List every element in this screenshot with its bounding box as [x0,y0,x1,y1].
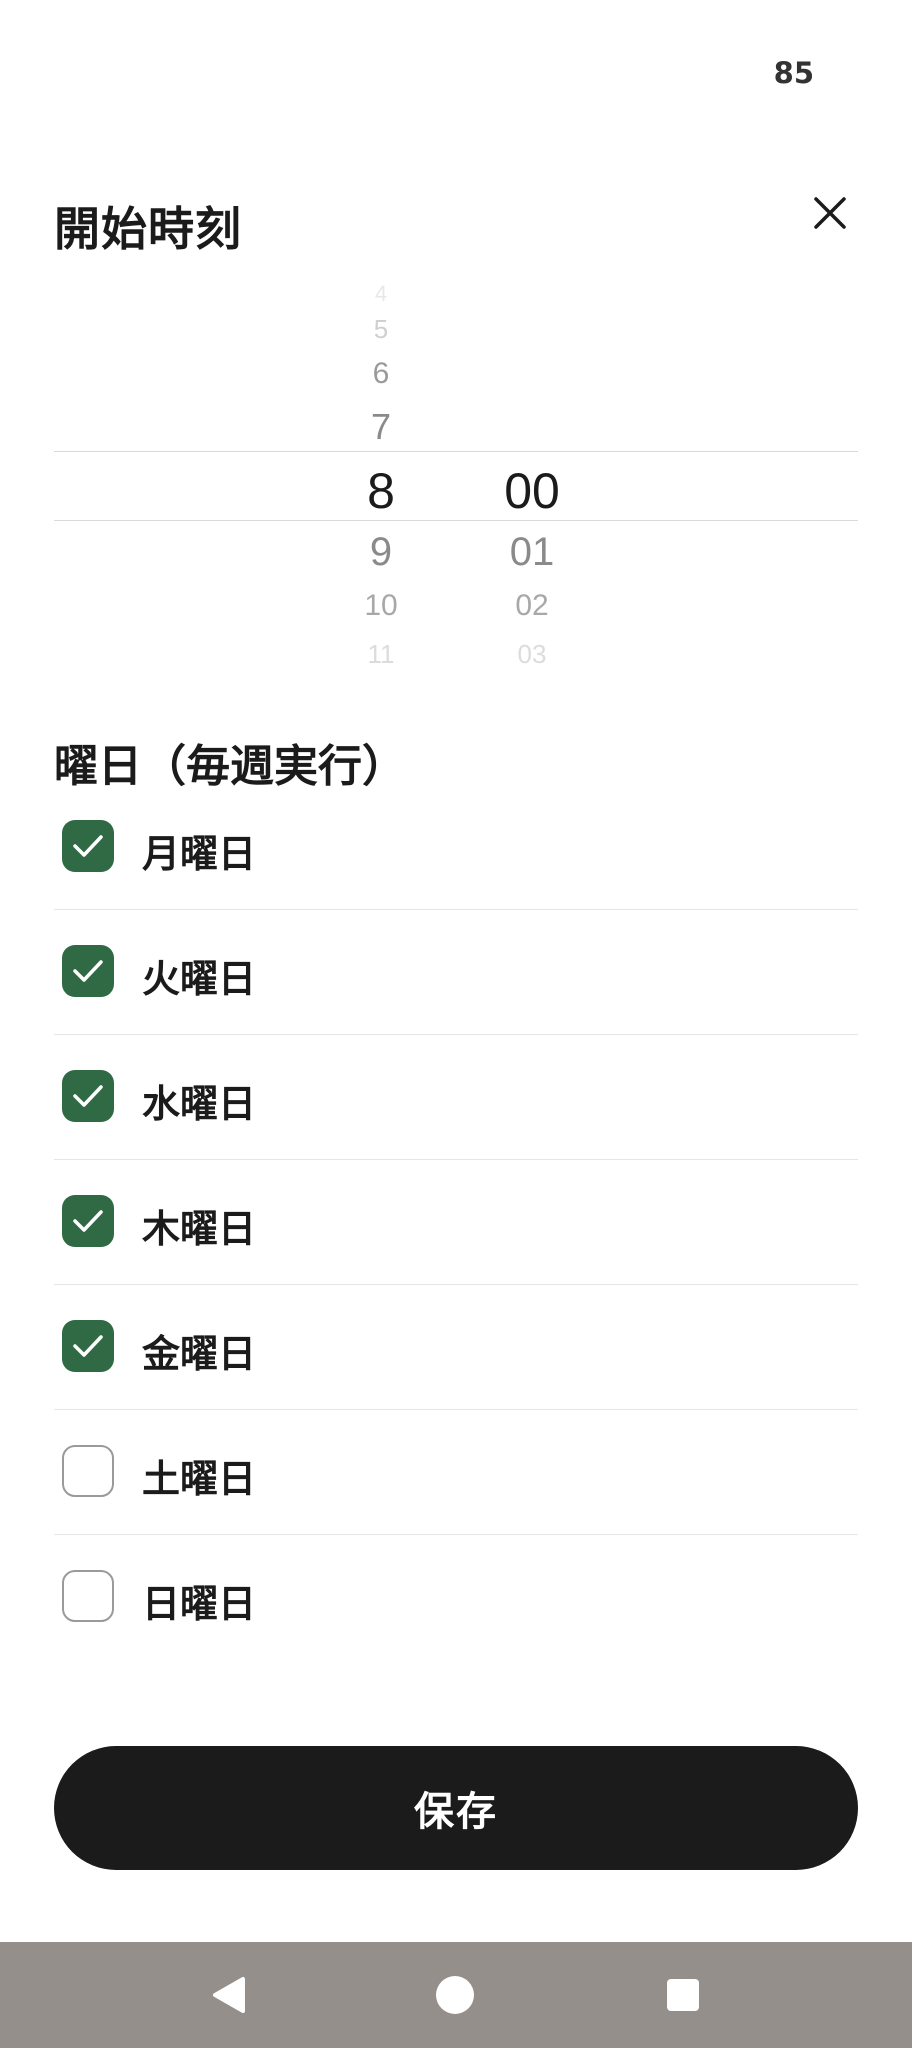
checkbox-monday[interactable] [62,820,114,872]
hour-option[interactable]: 10 [311,589,451,623]
checkbox-saturday[interactable] [62,1445,114,1497]
check-icon [73,1210,103,1232]
check-icon [73,835,103,857]
recents-square-icon [667,1979,699,2011]
day-row-monday[interactable]: 月曜日 [54,785,858,910]
day-label: 火曜日 [142,957,257,1001]
time-picker: 4 5 6 7 8 9 10 11 00 01 02 03 [54,270,858,680]
status-bar: 85 [0,0,912,140]
day-label: 木曜日 [142,1207,257,1251]
day-label: 月曜日 [142,832,257,876]
check-icon [73,1085,103,1107]
day-row-wednesday[interactable]: 水曜日 [54,1035,858,1160]
hour-option[interactable]: 7 [311,406,451,448]
close-icon [814,197,846,229]
hour-option[interactable]: 6 [311,357,451,391]
home-circle-icon [436,1976,474,2014]
header: 開始時刻 [54,185,858,256]
minute-option[interactable]: 01 [462,530,602,575]
day-label: 土曜日 [142,1457,257,1501]
checkbox-thursday[interactable] [62,1195,114,1247]
day-row-tuesday[interactable]: 火曜日 [54,910,858,1035]
day-label: 金曜日 [142,1332,257,1376]
check-icon [73,1335,103,1357]
back-button[interactable] [208,1975,248,2015]
hour-option[interactable]: 11 [311,639,451,670]
day-row-saturday[interactable]: 土曜日 [54,1410,858,1535]
save-button[interactable]: 保存 [54,1746,858,1870]
minute-option[interactable]: 03 [462,639,602,670]
hour-wheel[interactable]: 4 5 6 7 8 9 10 11 [311,270,451,680]
back-triangle-icon [213,1977,245,2013]
minute-option[interactable]: 02 [462,589,602,623]
day-row-thursday[interactable]: 木曜日 [54,1160,858,1285]
checkbox-friday[interactable] [62,1320,114,1372]
navigation-bar [0,1942,912,2048]
checkbox-tuesday[interactable] [62,945,114,997]
hour-option[interactable]: 9 [311,530,451,575]
picker-selection-bottom-line [54,520,858,521]
recents-button[interactable] [663,1975,703,2015]
picker-selection-top-line [54,451,858,452]
day-row-friday[interactable]: 金曜日 [54,1285,858,1410]
checkbox-sunday[interactable] [62,1570,114,1622]
checkbox-wednesday[interactable] [62,1070,114,1122]
battery-level: 85 [773,56,814,90]
day-label: 水曜日 [142,1082,257,1126]
day-label: 日曜日 [142,1582,257,1626]
close-button[interactable] [802,185,858,241]
hour-option[interactable]: 5 [311,314,451,345]
selected-hour[interactable]: 8 [311,462,451,520]
check-icon [73,960,103,982]
selected-minute[interactable]: 00 [462,462,602,520]
page-title: 開始時刻 [54,202,242,256]
day-list: 月曜日 火曜日 水曜日 木曜日 金曜日 土曜日 日曜日 [54,785,858,1659]
hour-option[interactable]: 4 [311,281,451,307]
day-row-sunday[interactable]: 日曜日 [54,1535,858,1659]
home-button[interactable] [435,1975,475,2015]
minute-wheel[interactable]: 00 01 02 03 [462,270,602,680]
